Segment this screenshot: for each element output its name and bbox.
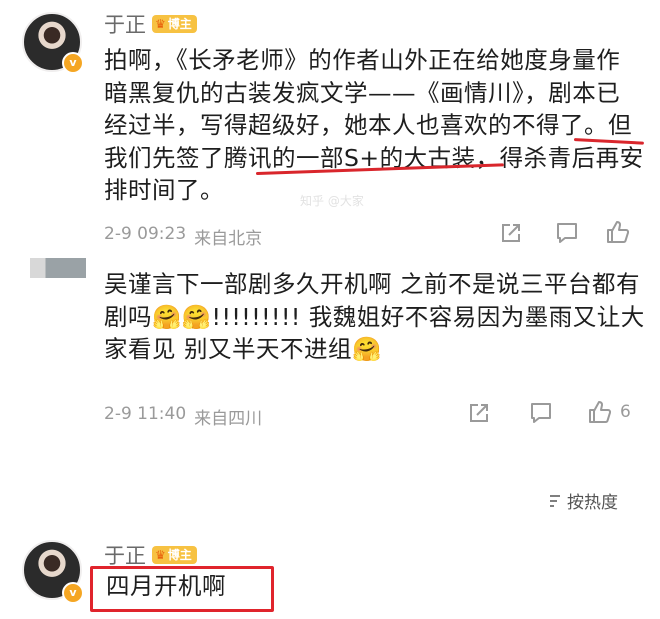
- comment-share-button[interactable]: [468, 402, 490, 424]
- comment-line: 家看见 别又半天不进组🤗: [104, 335, 382, 363]
- share-icon: [502, 224, 520, 242]
- sort-label: 按热度: [567, 493, 618, 513]
- blogger-tag: ♛ 博主: [152, 15, 197, 33]
- post-location: 来自北京: [194, 229, 263, 249]
- post-timestamp: 2-9 09:23: [104, 224, 187, 244]
- verified-badge-icon: v: [62, 582, 84, 604]
- comment-timestamp: 2-9 11:40: [104, 404, 187, 424]
- comment-reply-button[interactable]: [530, 402, 552, 424]
- post-line: 暗黑复仇的古装发疯文学——《画情川》，剧本已: [104, 78, 621, 107]
- author-name[interactable]: 于正: [104, 9, 146, 39]
- post-meta: 2-9 09:23 来自北京: [104, 224, 262, 249]
- sort-by-hot-button[interactable]: 按热度: [548, 488, 618, 513]
- like-count: 6: [620, 402, 631, 422]
- verified-badge-icon: v: [62, 52, 84, 74]
- post-content: 拍啊，《长矛老师》的作者山外正在给她度身量作 暗黑复仇的古装发疯文学——《画情川…: [104, 44, 652, 207]
- blogger-tag-label: 博主: [167, 17, 192, 31]
- sort-icon: [550, 494, 560, 507]
- comment-like-button[interactable]: 6: [588, 400, 631, 424]
- reply-text: 四月开机啊: [106, 572, 226, 600]
- thumbs-up-icon: [607, 221, 630, 243]
- comment-line: 剧吗🤗🤗!!!!!!!!! 我魏姐好不容易因为墨雨又让大: [104, 302, 645, 331]
- comment-button[interactable]: [556, 222, 578, 244]
- like-button[interactable]: [606, 220, 630, 244]
- post-line: 拍啊，《长矛老师》的作者山外正在给她度身量作: [104, 46, 621, 74]
- crown-icon: ♛: [155, 548, 166, 562]
- share-icon: [470, 404, 488, 422]
- commenter-avatar[interactable]: [30, 258, 86, 278]
- thumbs-up-icon: [589, 401, 612, 423]
- comment-meta: 2-9 11:40 来自四川: [104, 404, 262, 429]
- crown-icon: ♛: [155, 17, 166, 31]
- comment-icon: [557, 223, 577, 243]
- post-line: 经过半，写得超级好，她本人也喜欢的不得了。但: [104, 111, 632, 139]
- author-header: 于正 ♛ 博主: [104, 9, 197, 39]
- share-button[interactable]: [500, 222, 522, 244]
- blogger-tag-label: 博主: [167, 548, 192, 562]
- blogger-tag: ♛ 博主: [152, 546, 197, 564]
- post-line: 排时间了。: [104, 176, 224, 204]
- comment-location: 来自四川: [194, 409, 263, 429]
- comment-content: 吴谨言下一部剧多久开机啊 之前不是说三平台都有 剧吗🤗🤗!!!!!!!!! 我魏…: [104, 268, 652, 366]
- comment-line: 吴谨言下一部剧多久开机啊 之前不是说三平台都有: [104, 270, 640, 298]
- comment-icon: [531, 403, 551, 423]
- watermark: 知乎 @大家: [300, 194, 364, 208]
